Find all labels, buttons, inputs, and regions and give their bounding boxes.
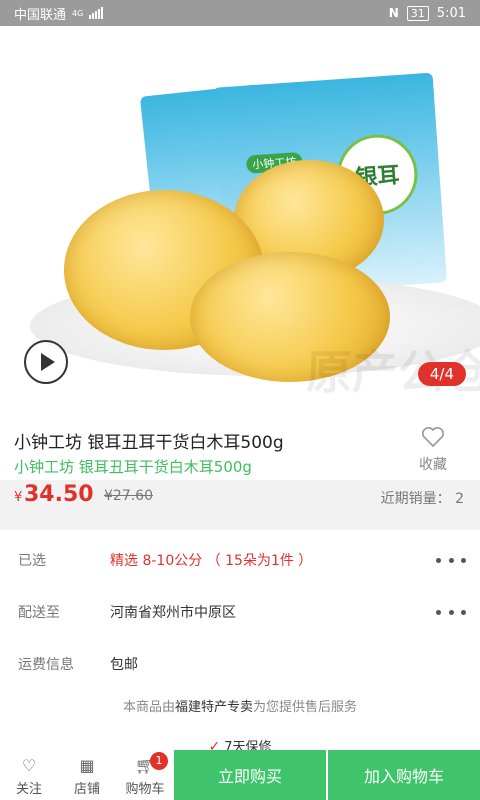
heart-outline-icon: ♡ [21,756,37,775]
selected-label: 已选 [18,553,46,569]
more-options-icon[interactable] [436,602,466,622]
store-link[interactable]: 福建特产专卖 [175,700,253,715]
price-row: ¥ 34.50 ¥27.60 近期销量： 2 [0,480,480,512]
store-icon: ▦ [79,756,95,775]
more-options-icon[interactable] [436,550,466,570]
cart-count-badge: 1 [150,752,168,770]
follow-label: 关注 [15,782,42,797]
store-button[interactable]: ▦ 店铺 [58,750,116,800]
delivery-row[interactable]: 配送至 河南省郑州市中原区 [0,582,480,634]
favorite-button[interactable]: 收藏 [408,426,458,474]
product-title: 小钟工坊 银耳丑耳干货白木耳500g [14,433,284,453]
status-bar: 中国联通 4G N 31 5:01 [0,0,480,26]
current-price: 34.50 [24,482,94,507]
after-sales-note: 本商品由福建特产专卖为您提供售后服务 [0,696,480,715]
signal-icon [89,7,104,19]
currency-symbol: ¥ [14,490,23,505]
original-price: ¥27.60 [104,488,153,504]
recent-sales: 近期销量： 2 [380,491,464,507]
service-suffix: 为您提供售后服务 [253,700,358,715]
cart-label: 购物车 [125,782,165,797]
network-type: 4G [72,8,84,18]
battery-level: 31 [410,6,425,20]
add-to-cart-button[interactable]: 加入购物车 [328,750,480,800]
play-video-button[interactable] [24,340,68,384]
bottom-action-bar: ♡ 关注 ▦ 店铺 🛒︎ 1 购物车 立即购买 加入购物车 [0,750,480,800]
status-right: N 31 5:01 [388,5,466,21]
shipping-label: 运费信息 [18,657,74,673]
service-prefix: 本商品由 [122,700,175,715]
product-details: 已选 精选 8-10公分 （ 15朵为1件 ） 配送至 河南省郑州市中原区 运费… [0,530,480,755]
follow-button[interactable]: ♡ 关注 [0,750,58,800]
delivery-value: 河南省郑州市中原区 [110,605,236,621]
cart-button[interactable]: 🛒︎ 1 购物车 [116,750,174,800]
status-left: 中国联通 4G [14,4,104,23]
image-page-indicator: 4/4 [417,362,466,386]
heart-icon [422,427,444,448]
product-image-gallery[interactable]: 小钟工坊 银耳 原产公仓 4/4 [0,26,480,396]
selected-spec-row[interactable]: 已选 精选 8-10公分 （ 15朵为1件 ） [0,530,480,582]
shipping-row: 运费信息 包邮 [0,634,480,686]
selected-value: 精选 8-10公分 （ 15朵为1件 ） [110,553,313,569]
product-subtitle: 小钟工坊 银耳丑耳干货白木耳500g [14,458,252,476]
favorite-label: 收藏 [419,457,447,473]
carrier-name: 中国联通 [14,7,67,23]
store-label: 店铺 [73,782,100,797]
clock: 5:01 [436,5,466,21]
shipping-value: 包邮 [110,657,138,673]
product-info: 小钟工坊 银耳丑耳干货白木耳500g 小钟工坊 银耳丑耳干货白木耳500g 收藏… [0,396,480,512]
buy-now-button[interactable]: 立即购买 [174,750,326,800]
nfc-icon: N [388,6,399,20]
play-icon [41,353,55,371]
battery-icon: 31 [406,5,429,21]
delivery-label: 配送至 [18,605,60,621]
